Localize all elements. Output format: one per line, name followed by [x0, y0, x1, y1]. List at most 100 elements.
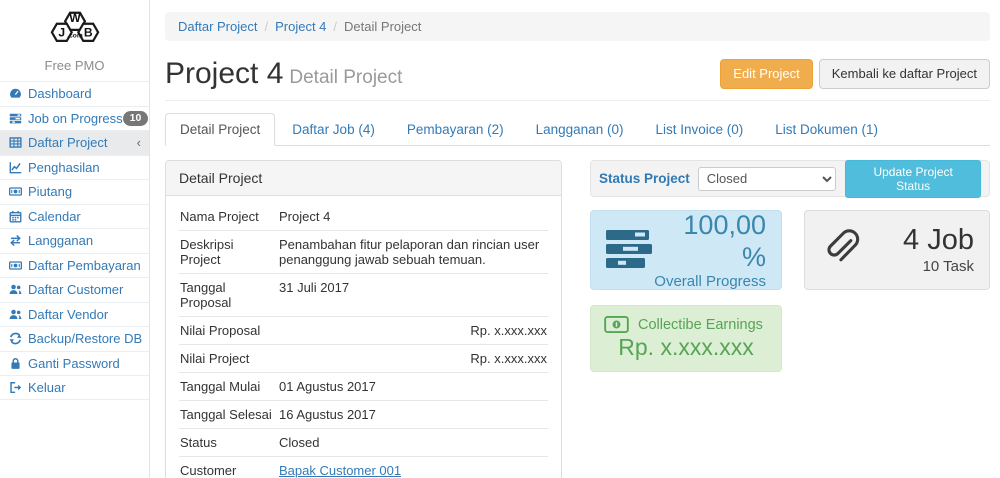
sidebar-item-label: Daftar Vendor [28, 307, 108, 322]
detail-value: Rp. x.xxx.xxx [278, 317, 548, 345]
detail-row-status: StatusClosed [179, 429, 548, 457]
detail-label: Nilai Project [179, 345, 278, 373]
detail-row-customer: CustomerBapak Customer 001 [179, 457, 548, 478]
progress-text: 100,00 % Overall Progress [652, 210, 766, 289]
tasks-icon [8, 111, 23, 126]
jwb-logo[interactable]: W J B .com [0, 0, 149, 54]
page-subtitle: Detail Project [289, 67, 402, 88]
logo-letter-w: W [69, 11, 81, 25]
jobs-card: 4 Job 10 Task [804, 210, 990, 290]
detail-label: Nilai Proposal [179, 317, 278, 345]
breadcrumb: Daftar Project Project 4 Detail Project [165, 12, 990, 41]
lock-icon [8, 356, 23, 371]
exchange-icon [8, 233, 23, 248]
progress-label: Overall Progress [652, 273, 766, 290]
sidebar-item-label: Daftar Customer [28, 282, 123, 297]
tab-bar: Detail ProjectDaftar Job (4)Pembayaran (… [165, 113, 990, 146]
detail-label: Customer [179, 457, 278, 478]
detail-value: 16 Agustus 2017 [278, 401, 548, 429]
sidebar-item-label: Calendar [28, 209, 81, 224]
refresh-icon [8, 331, 23, 346]
tab-label[interactable]: Pembayaran (2) [392, 113, 519, 146]
tab-list-invoice-0[interactable]: List Invoice (0) [640, 113, 758, 146]
sidebar-item-label: Daftar Pembayaran [28, 258, 141, 273]
breadcrumb-item-detail-project: Detail Project [326, 19, 421, 34]
money-icon [604, 316, 629, 333]
sidebar-item-keluar[interactable]: Keluar [0, 375, 149, 400]
tab-label[interactable]: Daftar Job (4) [277, 113, 390, 146]
detail-value: Penambahan fitur pelaporan dan rincian u… [278, 231, 548, 274]
logo-letter-j: J [58, 26, 65, 40]
tab-label[interactable]: List Invoice (0) [640, 113, 758, 146]
jobs-text: 4 Job 10 Task [903, 225, 974, 276]
customer-link[interactable]: Bapak Customer 001 [279, 463, 401, 478]
breadcrumb-item-project-4: Project 4 [257, 19, 326, 34]
main-content: Daftar ProjectProject 4Detail Project Pr… [150, 0, 1000, 478]
tab-langganan-0[interactable]: Langganan (0) [521, 113, 639, 146]
sidebar-item-dashboard[interactable]: Dashboard [0, 81, 149, 106]
detail-label: Tanggal Proposal [179, 274, 278, 317]
sidebar-item-langganan[interactable]: Langganan [0, 228, 149, 253]
tab-detail-project[interactable]: Detail Project [165, 113, 275, 146]
detail-value: Rp. x.xxx.xxx [278, 345, 548, 373]
status-select[interactable]: Closed [698, 167, 837, 191]
update-status-button[interactable]: Update Project Status [845, 160, 981, 198]
sidebar-item-daftar-project[interactable]: Daftar Project‹ [0, 130, 149, 155]
detail-label: Nama Project [179, 203, 278, 231]
detail-row-nama-project: Nama ProjectProject 4 [179, 203, 548, 231]
detail-row-tanggal-selesai: Tanggal Selesai16 Agustus 2017 [179, 401, 548, 429]
sidebar: W J B .com Free PMO DashboardJob on Prog… [0, 0, 150, 478]
sidebar-item-daftar-pembayaran[interactable]: Daftar Pembayaran [0, 253, 149, 278]
breadcrumb-current: Detail Project [344, 19, 421, 34]
breadcrumb-link[interactable]: Project 4 [275, 19, 326, 34]
page-header: Project 4Detail Project Edit Project Kem… [165, 49, 990, 101]
status-project-label: Status Project [599, 171, 690, 186]
users-icon [8, 282, 23, 297]
earnings-value: Rp. x.xxx.xxx [604, 334, 768, 361]
sidebar-item-ganti-password[interactable]: Ganti Password [0, 351, 149, 376]
paperclip-icon [820, 226, 864, 275]
detail-value: Project 4 [278, 203, 548, 231]
sidebar-item-daftar-customer[interactable]: Daftar Customer [0, 277, 149, 302]
tab-label: Detail Project [165, 113, 275, 146]
detail-row-deskripsi-project: Deskripsi ProjectPenambahan fitur pelapo… [179, 231, 548, 274]
tab-list-dokumen-1[interactable]: List Dokumen (1) [760, 113, 893, 146]
content-row: Detail Project Nama ProjectProject 4Desk… [165, 160, 990, 478]
sidebar-item-label: Piutang [28, 184, 72, 199]
chart-line-icon [8, 160, 23, 175]
sidebar-item-backup-restore-db[interactable]: Backup/Restore DB [0, 326, 149, 351]
logo-letter-b: B [83, 26, 92, 40]
sidebar-item-label: Langganan [28, 233, 93, 248]
earnings-header: Collectibe Earnings [604, 316, 768, 333]
detail-label: Tanggal Selesai [179, 401, 278, 429]
tab-label[interactable]: List Dokumen (1) [760, 113, 893, 146]
sidebar-item-calendar[interactable]: Calendar [0, 204, 149, 229]
tab-label[interactable]: Langganan (0) [521, 113, 639, 146]
page-title: Project 4Detail Project [165, 57, 402, 91]
table-icon [8, 135, 23, 150]
detail-row-nilai-proposal: Nilai ProposalRp. x.xxx.xxx [179, 317, 548, 345]
detail-row-nilai-project: Nilai ProjectRp. x.xxx.xxx [179, 345, 548, 373]
sidebar-item-daftar-vendor[interactable]: Daftar Vendor [0, 302, 149, 327]
sidebar-item-label: Penghasilan [28, 160, 100, 175]
sidebar-item-penghasilan[interactable]: Penghasilan [0, 155, 149, 180]
breadcrumb-link[interactable]: Daftar Project [178, 19, 257, 34]
detail-row-tanggal-proposal: Tanggal Proposal31 Juli 2017 [179, 274, 548, 317]
edit-project-button[interactable]: Edit Project [720, 59, 812, 90]
detail-label: Tanggal Mulai [179, 373, 278, 401]
back-to-list-button[interactable]: Kembali ke daftar Project [819, 59, 990, 90]
right-column: Status Project Closed Update Project Sta… [590, 160, 990, 478]
sidebar-item-label: Backup/Restore DB [28, 331, 142, 346]
tab-daftar-job-4[interactable]: Daftar Job (4) [277, 113, 390, 146]
tab-pembayaran-2[interactable]: Pembayaran (2) [392, 113, 519, 146]
sidebar-item-piutang[interactable]: Piutang [0, 179, 149, 204]
dashboard-icon [8, 86, 23, 101]
jwb-logo-graphic: W J B .com [36, 7, 114, 51]
detail-table: Nama ProjectProject 4Deskripsi ProjectPe… [179, 203, 548, 478]
sidebar-item-label: Ganti Password [28, 356, 120, 371]
sign-out-icon [8, 380, 23, 395]
cards-row: 100,00 % Overall Progress 4 Job 10 T [590, 210, 990, 290]
earnings-label: Collectibe Earnings [638, 317, 763, 333]
sidebar-item-job-on-progress[interactable]: Job on Progress10 [0, 106, 149, 131]
panel-body: Nama ProjectProject 4Deskripsi ProjectPe… [166, 196, 561, 478]
